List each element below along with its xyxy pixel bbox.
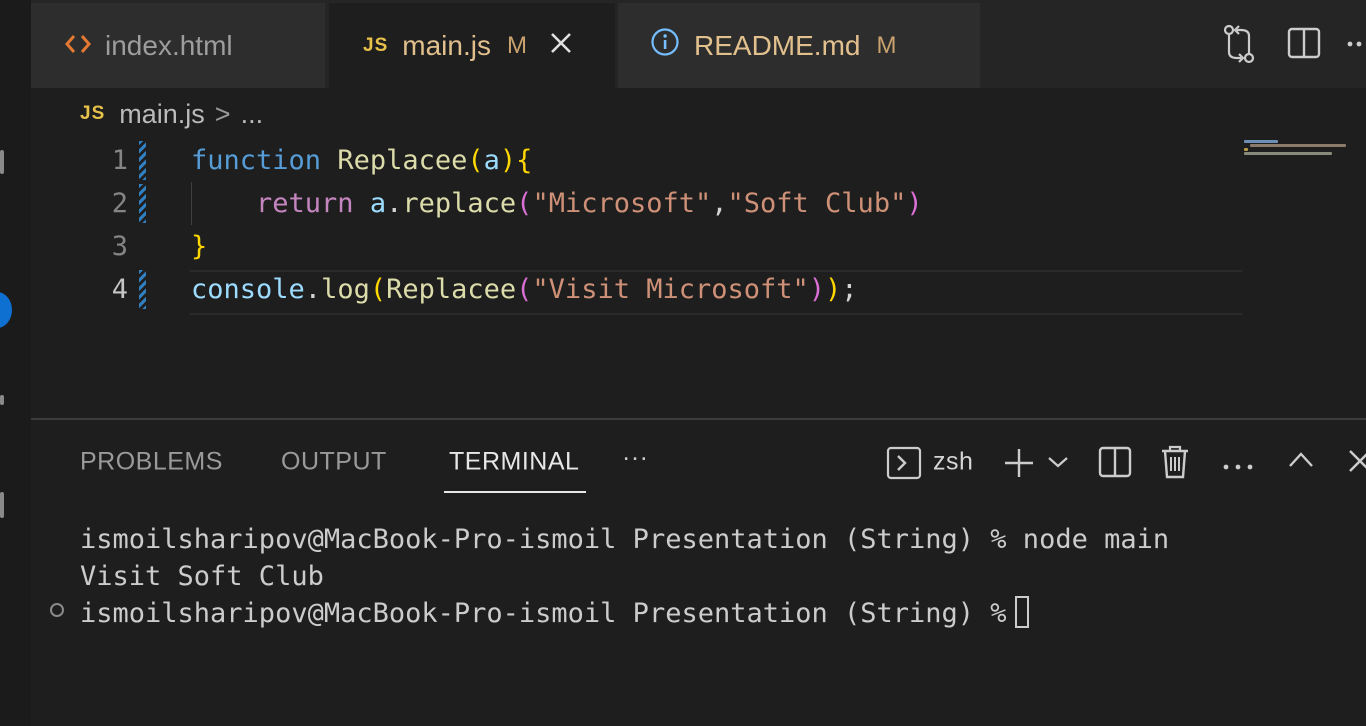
code-text: console.log(Replacee("Visit Microsoft"))… bbox=[191, 268, 858, 311]
terminal-icon bbox=[886, 446, 922, 485]
punctuation: ; bbox=[841, 274, 858, 305]
chevron-down-icon[interactable] bbox=[1047, 455, 1069, 474]
minimap[interactable] bbox=[1244, 140, 1354, 160]
split-terminal-icon[interactable] bbox=[1098, 446, 1132, 483]
variable: a bbox=[369, 188, 387, 219]
activity-item-other[interactable] bbox=[0, 492, 4, 518]
js-file-icon: JS bbox=[80, 103, 106, 124]
bracket: ) bbox=[808, 274, 826, 305]
function-name: Replacee bbox=[386, 274, 517, 305]
terminal-shell-label[interactable]: zsh bbox=[933, 448, 973, 477]
keyword: function bbox=[191, 145, 322, 176]
code-line: 3 } bbox=[0, 225, 1366, 268]
breadcrumb-file[interactable]: main.js bbox=[119, 99, 205, 130]
function-name: Replacee bbox=[337, 145, 468, 176]
string: "Soft Club" bbox=[727, 188, 907, 219]
line-number: 4 bbox=[111, 274, 128, 305]
terminal-cursor bbox=[1014, 596, 1029, 628]
modified-gutter-marker bbox=[139, 270, 146, 309]
terminal-prompt: ismoilsharipov@MacBook-Pro-ismoil Presen… bbox=[80, 598, 1007, 629]
js-file-icon: JS bbox=[363, 34, 389, 56]
method-name: replace bbox=[402, 188, 517, 219]
bracket: ( bbox=[516, 188, 533, 219]
chevron-up-icon[interactable] bbox=[1287, 449, 1315, 474]
breadcrumb-separator: > bbox=[214, 98, 231, 129]
command-status-icon bbox=[50, 603, 64, 617]
close-panel-icon[interactable] bbox=[1348, 449, 1366, 478]
bracket: } bbox=[191, 231, 208, 262]
line-number: 3 bbox=[111, 231, 128, 262]
tab-label: README.md bbox=[694, 29, 861, 61]
more-actions-icon[interactable] bbox=[1222, 458, 1256, 476]
panel-more-button[interactable]: ··· bbox=[622, 444, 648, 473]
terminal-line: Visit Soft Club bbox=[80, 561, 324, 592]
bracket: ) bbox=[499, 145, 517, 176]
tab-main-js[interactable]: JS main.js M bbox=[329, 3, 615, 88]
tab-problems[interactable]: PROBLEMS bbox=[80, 448, 223, 477]
tab-index-html[interactable]: index.html bbox=[31, 3, 325, 88]
variable: console bbox=[191, 274, 305, 305]
parameter: a bbox=[483, 145, 500, 176]
string: "Visit Microsoft" bbox=[532, 274, 809, 305]
tab-label: index.html bbox=[105, 29, 233, 61]
minimap-line bbox=[1244, 148, 1248, 151]
string: "Microsoft" bbox=[532, 188, 712, 219]
compare-changes-icon[interactable] bbox=[1221, 24, 1257, 64]
line-number: 2 bbox=[111, 188, 128, 219]
code-text: return a.replace("Microsoft","Soft Club"… bbox=[191, 182, 923, 225]
active-tab-indicator bbox=[444, 491, 586, 493]
more-actions-icon[interactable] bbox=[1347, 36, 1366, 76]
activity-bar bbox=[0, 0, 31, 726]
bracket: ( bbox=[467, 145, 484, 176]
code-line: 2 return a.replace("Microsoft","Soft Clu… bbox=[0, 182, 1366, 225]
code-line: 4 console.log(Replacee("Visit Microsoft"… bbox=[0, 268, 1366, 311]
tab-output[interactable]: OUTPUT bbox=[281, 448, 387, 477]
bracket: { bbox=[516, 145, 533, 176]
breadcrumb: JS main.js > ... bbox=[80, 96, 263, 132]
editor-tab-bar: index.html JS main.js M README.md M bbox=[31, 0, 1366, 88]
method-name: log bbox=[321, 274, 370, 305]
bracket: ) bbox=[825, 274, 842, 305]
minimap-line bbox=[1244, 152, 1332, 155]
plus-icon[interactable] bbox=[1002, 446, 1036, 485]
code-line: 1 function Replacee(a){ bbox=[0, 139, 1366, 182]
code-text: } bbox=[191, 225, 207, 268]
terminal-line: ismoilsharipov@MacBook-Pro-ismoil Presen… bbox=[80, 524, 1170, 555]
code-text: function Replacee(a){ bbox=[191, 139, 532, 182]
modified-gutter-marker bbox=[139, 141, 146, 180]
minimap-line bbox=[1244, 140, 1278, 143]
minimap-line bbox=[1250, 144, 1346, 147]
bracket: ( bbox=[516, 274, 533, 305]
tab-terminal[interactable]: TERMINAL bbox=[449, 448, 579, 477]
modified-indicator: M bbox=[506, 31, 527, 59]
punctuation: , bbox=[711, 188, 728, 219]
bracket: ) bbox=[906, 188, 923, 219]
punctuation: . bbox=[304, 274, 322, 305]
keyword: return bbox=[256, 188, 354, 219]
tab-readme-md[interactable]: README.md M bbox=[618, 3, 980, 88]
punctuation: . bbox=[386, 188, 403, 219]
close-icon[interactable] bbox=[549, 29, 573, 63]
split-editor-icon[interactable] bbox=[1287, 27, 1321, 67]
tab-label: main.js bbox=[402, 29, 491, 61]
html-code-icon bbox=[65, 30, 91, 62]
trash-icon[interactable] bbox=[1160, 444, 1190, 485]
terminal-prompt-line[interactable]: ismoilsharipov@MacBook-Pro-ismoil Presen… bbox=[80, 595, 1029, 632]
line-number: 1 bbox=[111, 145, 128, 176]
breadcrumb-more[interactable]: ... bbox=[241, 99, 264, 130]
modified-gutter-marker bbox=[139, 184, 146, 223]
bracket: ( bbox=[369, 274, 387, 305]
activity-item-extensions[interactable] bbox=[0, 395, 4, 405]
modified-indicator: M bbox=[876, 31, 897, 59]
info-icon bbox=[650, 27, 680, 64]
